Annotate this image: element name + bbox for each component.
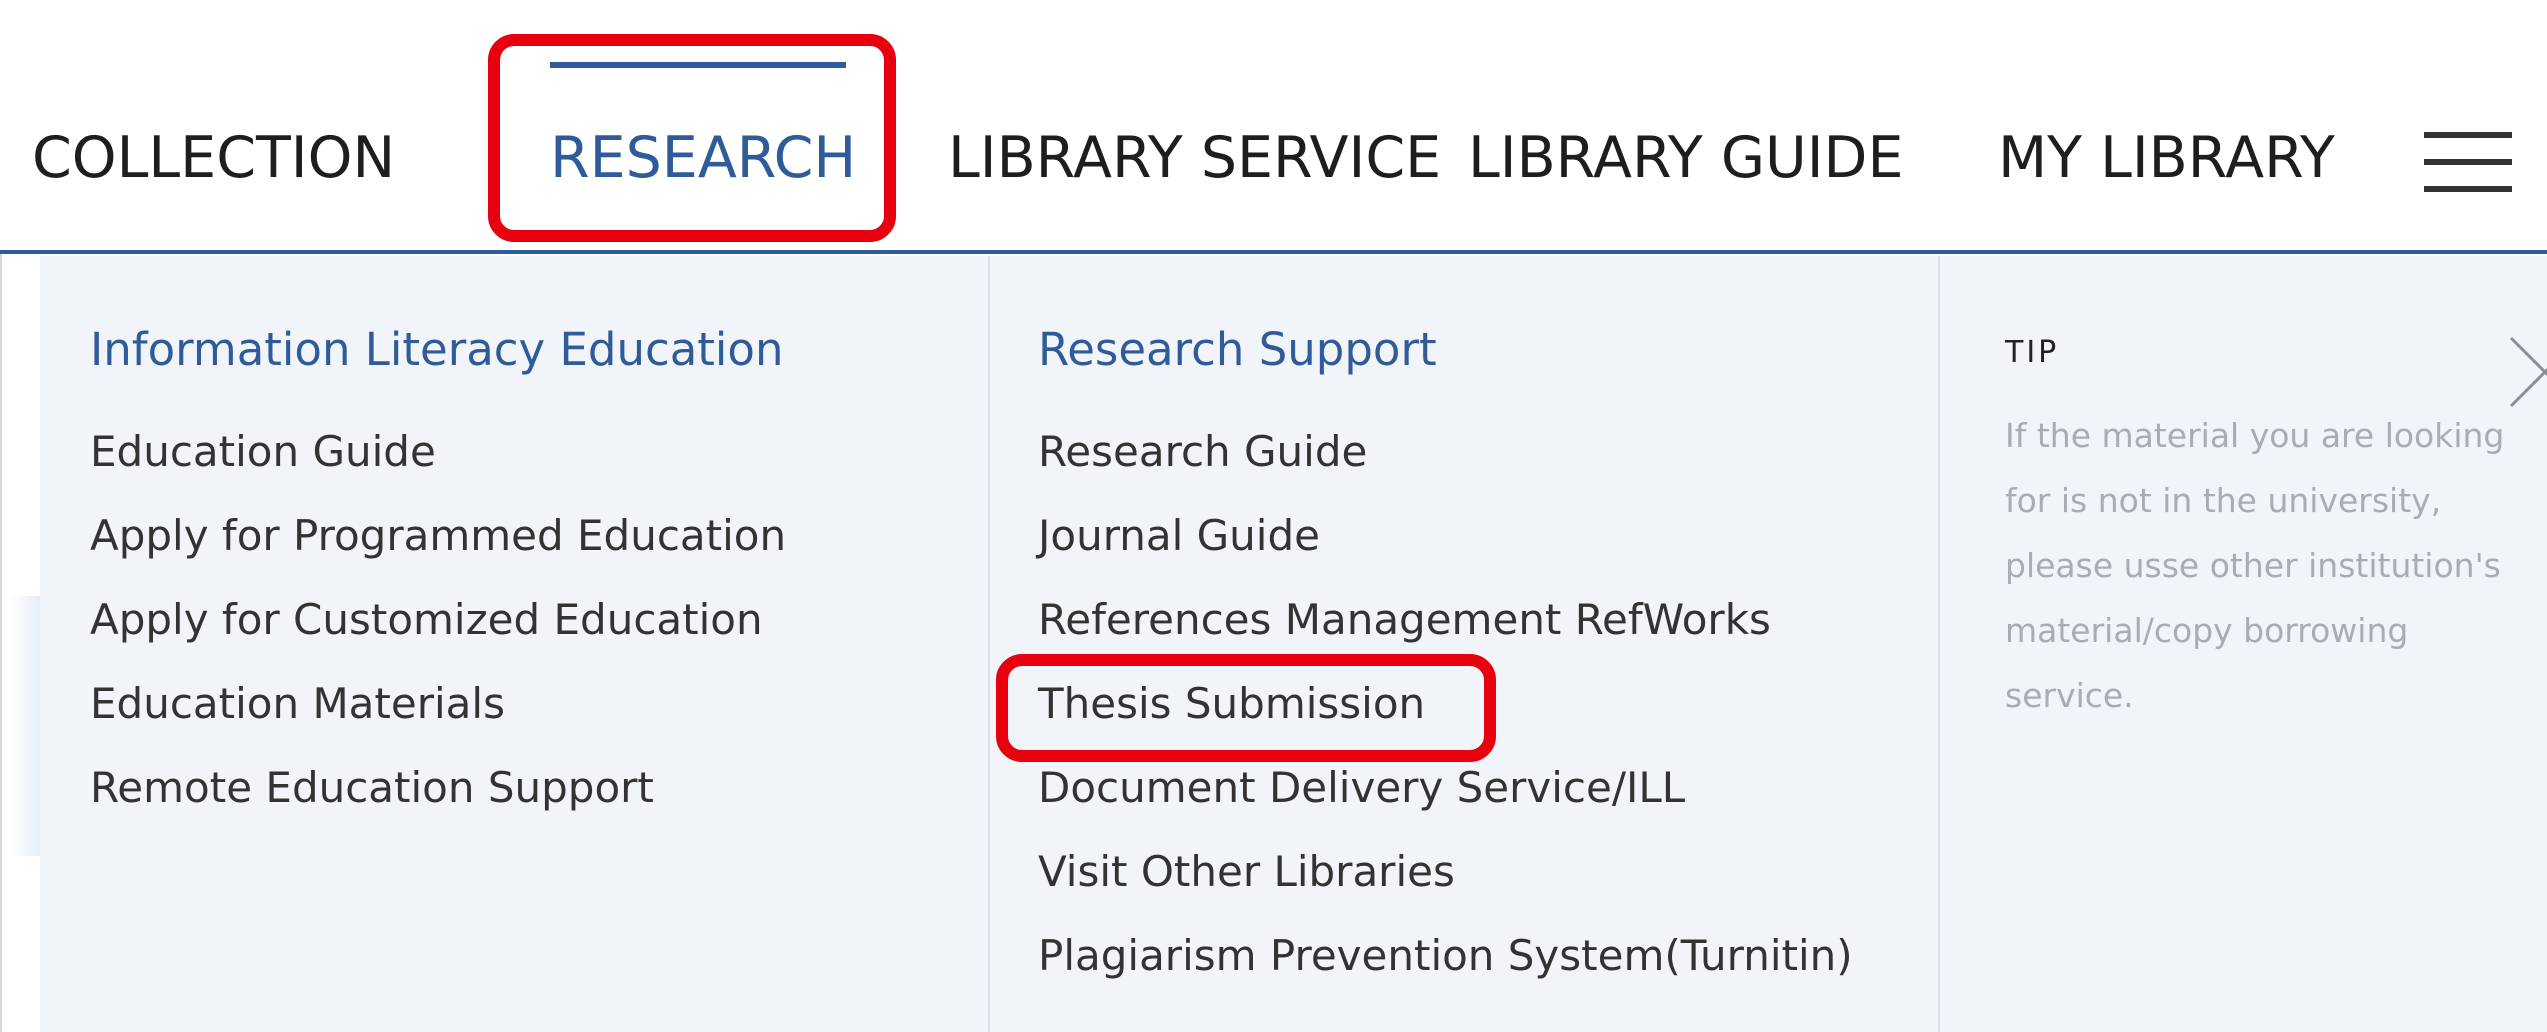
link-remote-education-support[interactable]: Remote Education Support (90, 760, 654, 816)
hamburger-line (2424, 159, 2512, 165)
link-research-guide[interactable]: Research Guide (1038, 424, 1367, 480)
link-apply-customized-education[interactable]: Apply for Customized Education (90, 592, 763, 648)
close-icon[interactable] (2505, 332, 2547, 412)
link-journal-guide[interactable]: Journal Guide (1038, 508, 1320, 564)
tip-line: please usse other institution's (2005, 546, 2501, 585)
highlight-thesis-submission (996, 654, 1496, 762)
column-divider (988, 256, 990, 1032)
nav-library-guide[interactable]: LIBRARY GUIDE (1468, 124, 1903, 192)
tip-line: material/copy borrowing (2005, 611, 2409, 650)
tip-line: service. (2005, 676, 2134, 715)
tip-title: TIP (2005, 335, 2060, 370)
column-divider (1938, 256, 1940, 1032)
highlight-research-tab (488, 34, 896, 242)
left-edge-strip (2, 256, 40, 1032)
hamburger-line (2424, 186, 2512, 192)
tip-line: If the material you are looking (2005, 416, 2505, 455)
column-title-information-literacy: Information Literacy Education (90, 323, 784, 376)
link-visit-other-libraries[interactable]: Visit Other Libraries (1038, 844, 1455, 900)
nav-library-service[interactable]: LIBRARY SERVICE (948, 124, 1441, 192)
hamburger-menu-icon[interactable] (2424, 128, 2512, 196)
link-education-guide[interactable]: Education Guide (90, 424, 436, 480)
tip-line: for is not in the university, (2005, 481, 2442, 520)
link-references-management-refworks[interactable]: References Management RefWorks (1038, 592, 1771, 648)
tip-text: If the material you are looking for is n… (2005, 403, 2547, 728)
nav-collection[interactable]: COLLECTION (32, 124, 395, 192)
link-document-delivery-ill[interactable]: Document Delivery Service/ILL (1038, 760, 1685, 816)
column-title-research-support: Research Support (1038, 323, 1437, 376)
link-education-materials[interactable]: Education Materials (90, 676, 505, 732)
top-navigation: COLLECTION RESEARCH LIBRARY SERVICE LIBR… (0, 0, 2547, 254)
link-apply-programmed-education[interactable]: Apply for Programmed Education (90, 508, 786, 564)
link-plagiarism-prevention-turnitin[interactable]: Plagiarism Prevention System(Turnitin) (1038, 928, 1853, 984)
nav-my-library[interactable]: MY LIBRARY (1998, 124, 2335, 192)
hamburger-line (2424, 132, 2512, 138)
